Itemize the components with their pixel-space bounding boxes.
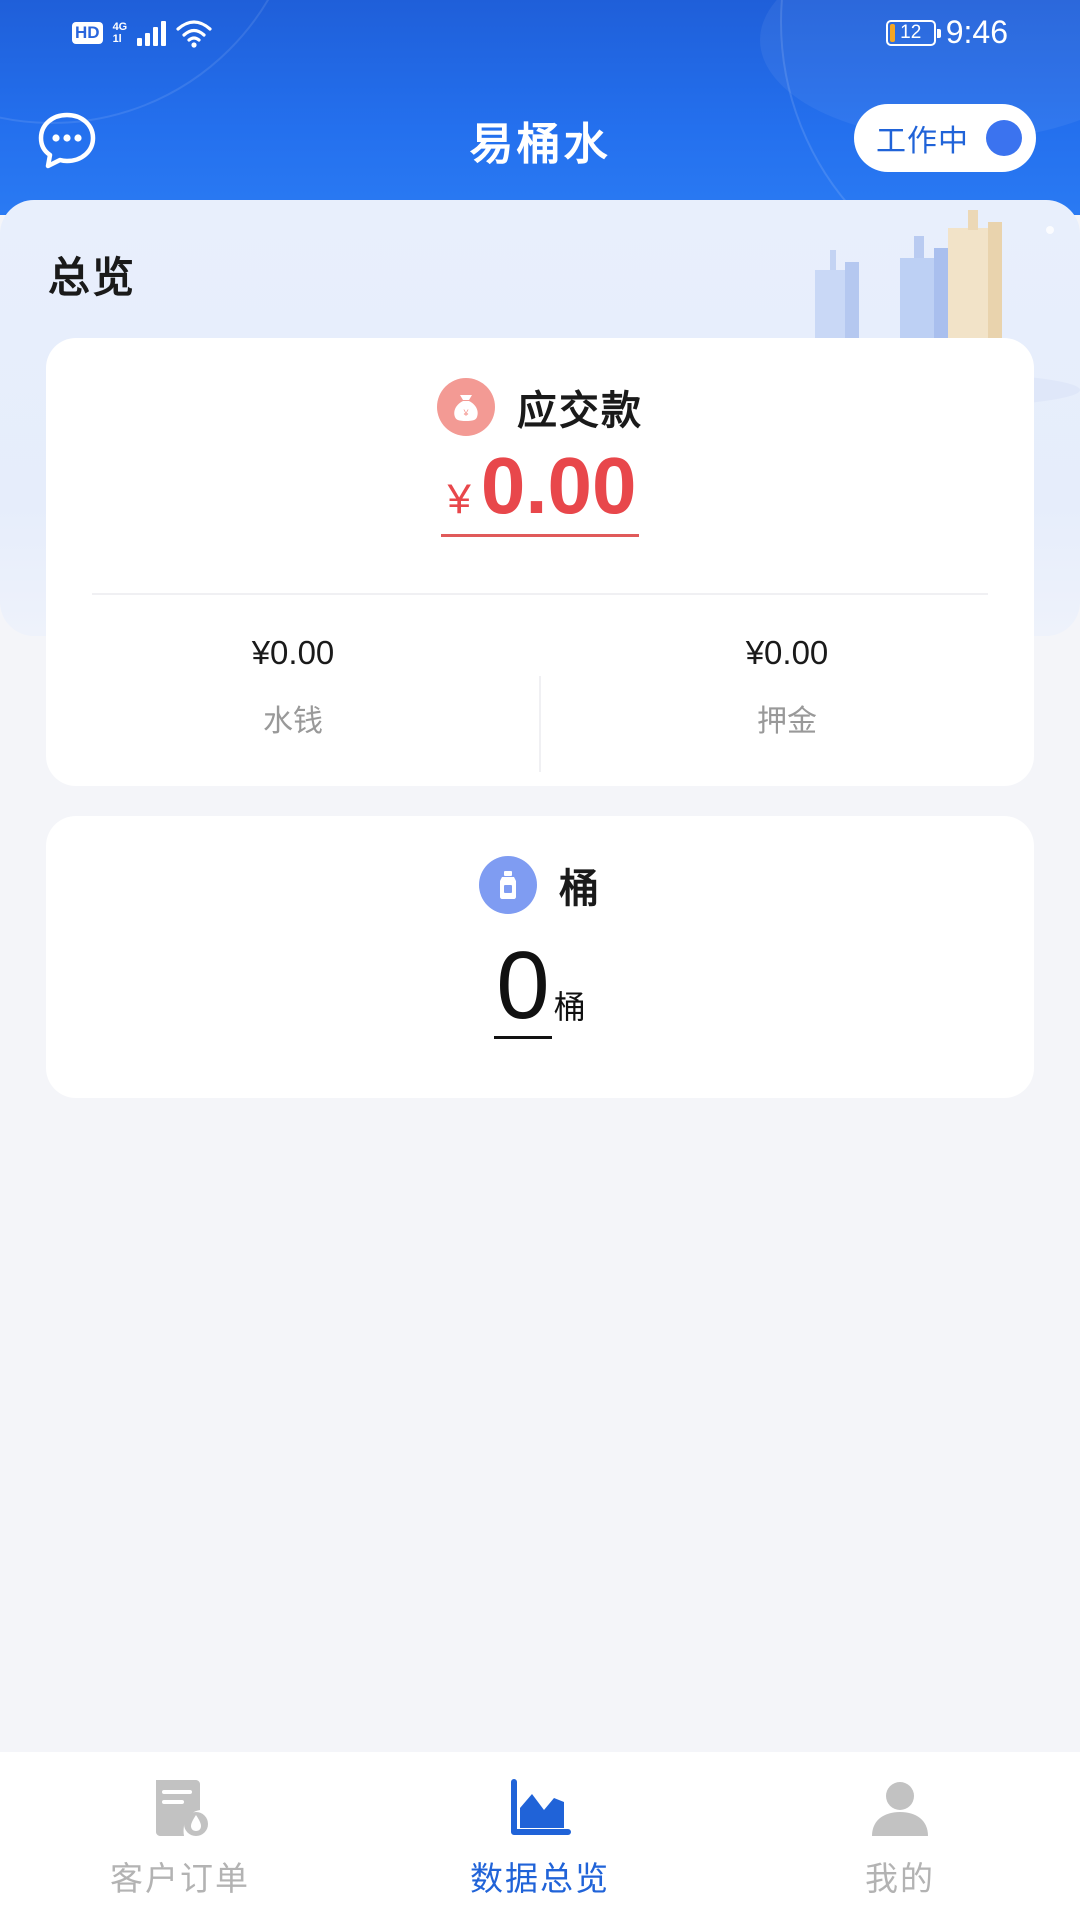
battery-fill <box>889 23 895 42</box>
tab-label-mine: 我的 <box>865 1859 935 1898</box>
nav-bar: 易桶水 工作中 <box>0 80 1080 200</box>
user-icon <box>868 1776 932 1840</box>
deposit-value: ¥0.00 <box>745 634 829 671</box>
status-time: 9:46 <box>945 14 1008 50</box>
bucket-card-header: 桶 <box>46 856 1034 914</box>
app-screen: HD 4G 1l 12 9:46 易桶水 工作中 总览 ¥ 应交款 ¥ 0.00… <box>0 0 1080 1920</box>
bucket-unit: 桶 <box>553 988 586 1026</box>
payment-label: 应交款 <box>517 388 643 434</box>
tab-mine[interactable]: 我的 <box>720 1752 1080 1920</box>
work-status-label: 工作中 <box>876 124 969 159</box>
money-bag-icon: ¥ <box>437 378 495 436</box>
bucket-count-row: 0 桶 <box>46 938 1034 1039</box>
payment-card: ¥ 应交款 ¥ 0.00 ¥0.00 水钱 ¥0.00 押金 <box>46 338 1034 786</box>
amount-value: 0.00 <box>480 441 637 530</box>
bucket-card: 桶 0 桶 <box>46 816 1034 1098</box>
status-right: 12 9:46 <box>885 14 1008 51</box>
chart-icon <box>508 1776 572 1840</box>
network-type-icon: 4G 1l <box>112 21 128 45</box>
water-bucket-icon <box>479 856 537 914</box>
battery-icon: 12 <box>885 19 941 46</box>
overview-title: 总览 <box>48 253 137 302</box>
water-money-label: 水钱 <box>263 704 323 739</box>
bottom-tab-bar: 客户订单 数据总览 我的 <box>0 1752 1080 1920</box>
status-bar: HD 4G 1l 12 9:46 <box>0 0 1080 72</box>
tab-label-orders: 客户订单 <box>110 1859 250 1898</box>
hd-icon: HD <box>72 22 103 44</box>
payment-amount-row: ¥ 0.00 <box>46 446 1034 537</box>
wifi-icon <box>176 20 212 48</box>
bucket-label: 桶 <box>559 866 601 912</box>
svg-text:¥: ¥ <box>462 408 469 418</box>
work-status-toggle[interactable]: 工作中 <box>854 104 1036 172</box>
toggle-knob <box>986 120 1022 156</box>
payment-amount[interactable]: ¥ 0.00 <box>441 441 639 537</box>
tab-customer-orders[interactable]: 客户订单 <box>0 1752 360 1920</box>
payment-card-header: ¥ 应交款 <box>46 378 1034 436</box>
deposit-stat: ¥0.00 押金 <box>540 634 1034 740</box>
card-divider <box>92 593 988 595</box>
amount-currency: ¥ <box>447 475 471 522</box>
signal-icon <box>137 20 167 46</box>
tab-data-overview[interactable]: 数据总览 <box>360 1752 720 1920</box>
battery-level: 12 <box>900 21 922 43</box>
water-money-stat: ¥0.00 水钱 <box>46 634 540 740</box>
water-money-value: ¥0.00 <box>251 634 335 671</box>
order-icon <box>148 1776 212 1840</box>
tab-label-overview: 数据总览 <box>470 1859 610 1898</box>
bucket-count[interactable]: 0 <box>494 938 552 1039</box>
deposit-label: 押金 <box>757 704 817 739</box>
status-left: HD 4G 1l <box>72 18 212 48</box>
